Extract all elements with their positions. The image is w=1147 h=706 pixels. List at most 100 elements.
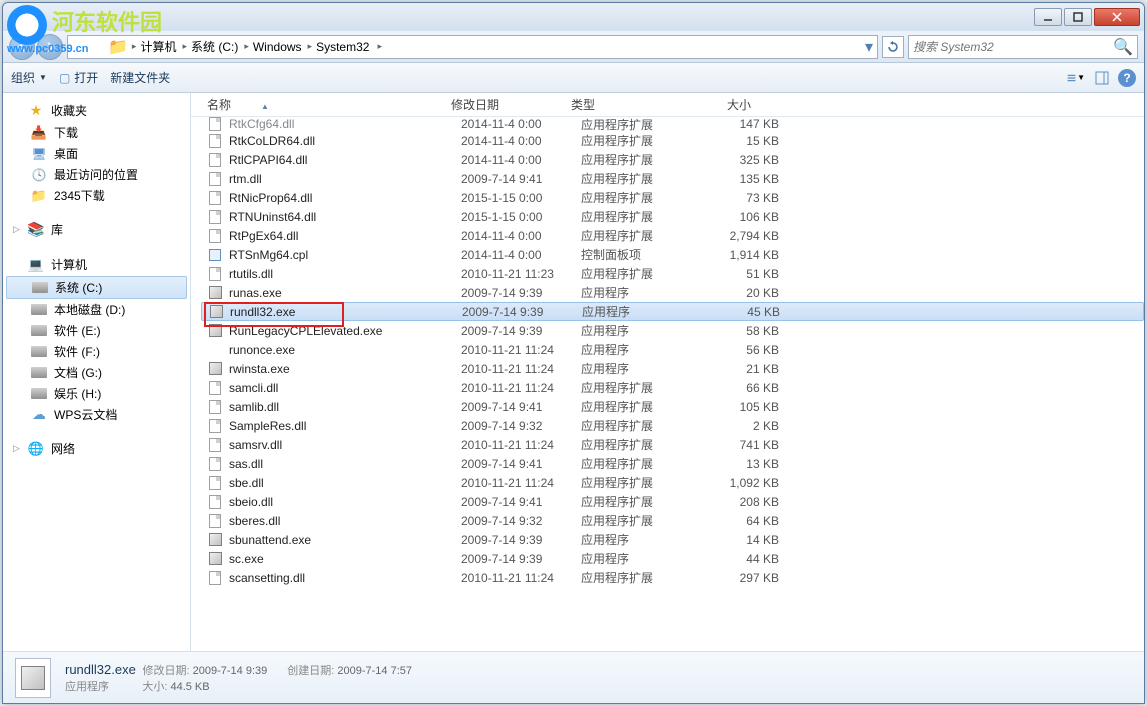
file-row[interactable]: RTNUninst64.dll2015-1-15 0:00应用程序扩展106 K…	[201, 207, 1144, 226]
file-date: 2010-11-21 11:24	[461, 571, 581, 585]
file-type: 控制面板项	[581, 246, 701, 263]
view-button[interactable]: ▼	[1066, 68, 1086, 88]
file-row[interactable]: rtutils.dll2010-11-21 11:23应用程序扩展51 KB	[201, 264, 1144, 283]
sidebar-drive-h[interactable]: 娱乐 (H:)	[3, 383, 190, 404]
search-box[interactable]: 🔍	[908, 35, 1138, 59]
file-date: 2009-7-14 9:41	[461, 172, 581, 186]
sidebar-computer[interactable]: 💻计算机	[3, 253, 190, 276]
file-name: RtNicProp64.dll	[229, 191, 461, 205]
file-size: 741 KB	[701, 438, 779, 452]
file-date: 2009-7-14 9:41	[461, 457, 581, 471]
file-row[interactable]: runas.exe2009-7-14 9:39应用程序20 KB	[201, 283, 1144, 302]
sidebar-libraries[interactable]: ▷📚库	[3, 218, 190, 241]
file-list-area: 名称▲ 修改日期 类型 大小 RtkCfg64.dll2014-11-4 0:0…	[191, 93, 1144, 651]
file-type: 应用程序扩展	[581, 117, 701, 133]
file-row[interactable]: rwinsta.exe2010-11-21 11:24应用程序21 KB	[201, 359, 1144, 378]
file-type: 应用程序扩展	[581, 436, 701, 453]
file-row[interactable]: RtPgEx64.dll2014-11-4 0:00应用程序扩展2,794 KB	[201, 226, 1144, 245]
sidebar-item-recent[interactable]: 🕓最近访问的位置	[3, 164, 190, 185]
sidebar-drive-g[interactable]: 文档 (G:)	[3, 362, 190, 383]
file-date: 2009-7-14 9:39	[461, 286, 581, 300]
file-row[interactable]: sbe.dll2010-11-21 11:24应用程序扩展1,092 KB	[201, 473, 1144, 492]
file-type: 应用程序扩展	[581, 151, 701, 168]
file-date: 2014-11-4 0:00	[461, 117, 581, 131]
file-row[interactable]: rtm.dll2009-7-14 9:41应用程序扩展135 KB	[201, 169, 1144, 188]
file-icon	[207, 456, 223, 472]
file-row[interactable]: RtkCfg64.dll2014-11-4 0:00应用程序扩展147 KB	[201, 117, 1144, 131]
file-name: rtm.dll	[229, 172, 461, 186]
sidebar-drive-d[interactable]: 本地磁盘 (D:)	[3, 299, 190, 320]
address-row: 📁 ▸计算机 ▸系统 (C:) ▸Windows ▸System32▸ ▾ 🔍	[3, 31, 1144, 63]
file-row[interactable]: runonce.exe2010-11-21 11:24应用程序56 KB	[201, 340, 1144, 359]
sidebar-drive-c[interactable]: 系统 (C:)	[6, 276, 187, 299]
file-icon	[207, 323, 223, 339]
file-row[interactable]: rundll32.exe2009-7-14 9:39应用程序45 KB	[201, 302, 1144, 321]
file-name: samsrv.dll	[229, 438, 461, 452]
sidebar-item-desktop[interactable]: 🖥桌面	[3, 143, 190, 164]
file-row[interactable]: samlib.dll2009-7-14 9:41应用程序扩展105 KB	[201, 397, 1144, 416]
breadcrumb-windows[interactable]: ▸Windows	[242, 40, 303, 54]
file-thumbnail	[15, 658, 51, 698]
column-name[interactable]: 名称▲	[191, 96, 451, 113]
file-type: 应用程序扩展	[581, 132, 701, 149]
breadcrumb-system32[interactable]: ▸System32▸	[306, 40, 384, 54]
file-row[interactable]: sbunattend.exe2009-7-14 9:39应用程序14 KB	[201, 530, 1144, 549]
file-row[interactable]: sberes.dll2009-7-14 9:32应用程序扩展64 KB	[201, 511, 1144, 530]
file-row[interactable]: sc.exe2009-7-14 9:39应用程序44 KB	[201, 549, 1144, 568]
file-size: 1,914 KB	[701, 248, 779, 262]
folder-icon: 📁	[108, 37, 128, 57]
file-icon	[207, 117, 223, 132]
file-row[interactable]: samsrv.dll2010-11-21 11:24应用程序扩展741 KB	[201, 435, 1144, 454]
organize-button[interactable]: 组织▼	[11, 69, 47, 86]
sidebar-wps-cloud[interactable]: ☁WPS云文档	[3, 404, 190, 425]
file-row[interactable]: RtNicProp64.dll2015-1-15 0:00应用程序扩展73 KB	[201, 188, 1144, 207]
file-icon	[207, 361, 223, 377]
breadcrumb-computer[interactable]: ▸计算机	[130, 38, 179, 55]
file-row[interactable]: SampleRes.dll2009-7-14 9:32应用程序扩展2 KB	[201, 416, 1144, 435]
file-type: 应用程序扩展	[581, 455, 701, 472]
sidebar-favorites[interactable]: ★收藏夹	[3, 99, 190, 122]
column-headers[interactable]: 名称▲ 修改日期 类型 大小	[191, 93, 1144, 117]
preview-pane-button[interactable]	[1092, 68, 1112, 88]
sidebar-item-downloads[interactable]: 📥下载	[3, 122, 190, 143]
search-input[interactable]	[913, 40, 1113, 54]
file-size: 45 KB	[702, 305, 780, 319]
file-row[interactable]: RTSnMg64.cpl2014-11-4 0:00控制面板项1,914 KB	[201, 245, 1144, 264]
sidebar-item-2345[interactable]: 📁2345下载	[3, 185, 190, 206]
help-button[interactable]: ?	[1118, 69, 1136, 87]
file-icon	[207, 551, 223, 567]
new-folder-button[interactable]: 新建文件夹	[110, 69, 170, 86]
file-size: 51 KB	[701, 267, 779, 281]
column-size[interactable]: 大小	[691, 96, 771, 113]
maximize-button[interactable]	[1064, 8, 1092, 26]
sidebar-drive-f[interactable]: 软件 (F:)	[3, 341, 190, 362]
file-row[interactable]: RtlCPAPI64.dll2014-11-4 0:00应用程序扩展325 KB	[201, 150, 1144, 169]
file-row[interactable]: RtkCoLDR64.dll2014-11-4 0:00应用程序扩展15 KB	[201, 131, 1144, 150]
file-row[interactable]: samcli.dll2010-11-21 11:24应用程序扩展66 KB	[201, 378, 1144, 397]
column-type[interactable]: 类型	[571, 96, 691, 113]
search-icon[interactable]: 🔍	[1113, 37, 1133, 57]
file-type: 应用程序扩展	[581, 512, 701, 529]
refresh-button[interactable]	[882, 36, 904, 58]
sidebar-network[interactable]: ▷🌐网络	[3, 437, 190, 460]
dropdown-icon[interactable]: ▾	[865, 37, 873, 57]
file-list[interactable]: RtkCfg64.dll2014-11-4 0:00应用程序扩展147 KBRt…	[191, 117, 1144, 651]
back-button[interactable]	[9, 34, 35, 60]
open-button[interactable]: ▢打开	[59, 69, 98, 86]
breadcrumb-drive[interactable]: ▸系统 (C:)	[180, 38, 240, 55]
file-date: 2009-7-14 9:41	[461, 495, 581, 509]
file-icon	[207, 190, 223, 206]
file-name: samlib.dll	[229, 400, 461, 414]
file-row[interactable]: sbeio.dll2009-7-14 9:41应用程序扩展208 KB	[201, 492, 1144, 511]
minimize-button[interactable]	[1034, 8, 1062, 26]
column-date[interactable]: 修改日期	[451, 96, 571, 113]
file-type: 应用程序	[581, 531, 701, 548]
file-row[interactable]: sas.dll2009-7-14 9:41应用程序扩展13 KB	[201, 454, 1144, 473]
close-button[interactable]	[1094, 8, 1140, 26]
sidebar-drive-e[interactable]: 软件 (E:)	[3, 320, 190, 341]
file-type: 应用程序	[581, 322, 701, 339]
breadcrumb-bar[interactable]: 📁 ▸计算机 ▸系统 (C:) ▸Windows ▸System32▸ ▾	[67, 35, 878, 59]
forward-button[interactable]	[37, 34, 63, 60]
file-row[interactable]: RunLegacyCPLElevated.exe2009-7-14 9:39应用…	[201, 321, 1144, 340]
file-row[interactable]: scansetting.dll2010-11-21 11:24应用程序扩展297…	[201, 568, 1144, 587]
